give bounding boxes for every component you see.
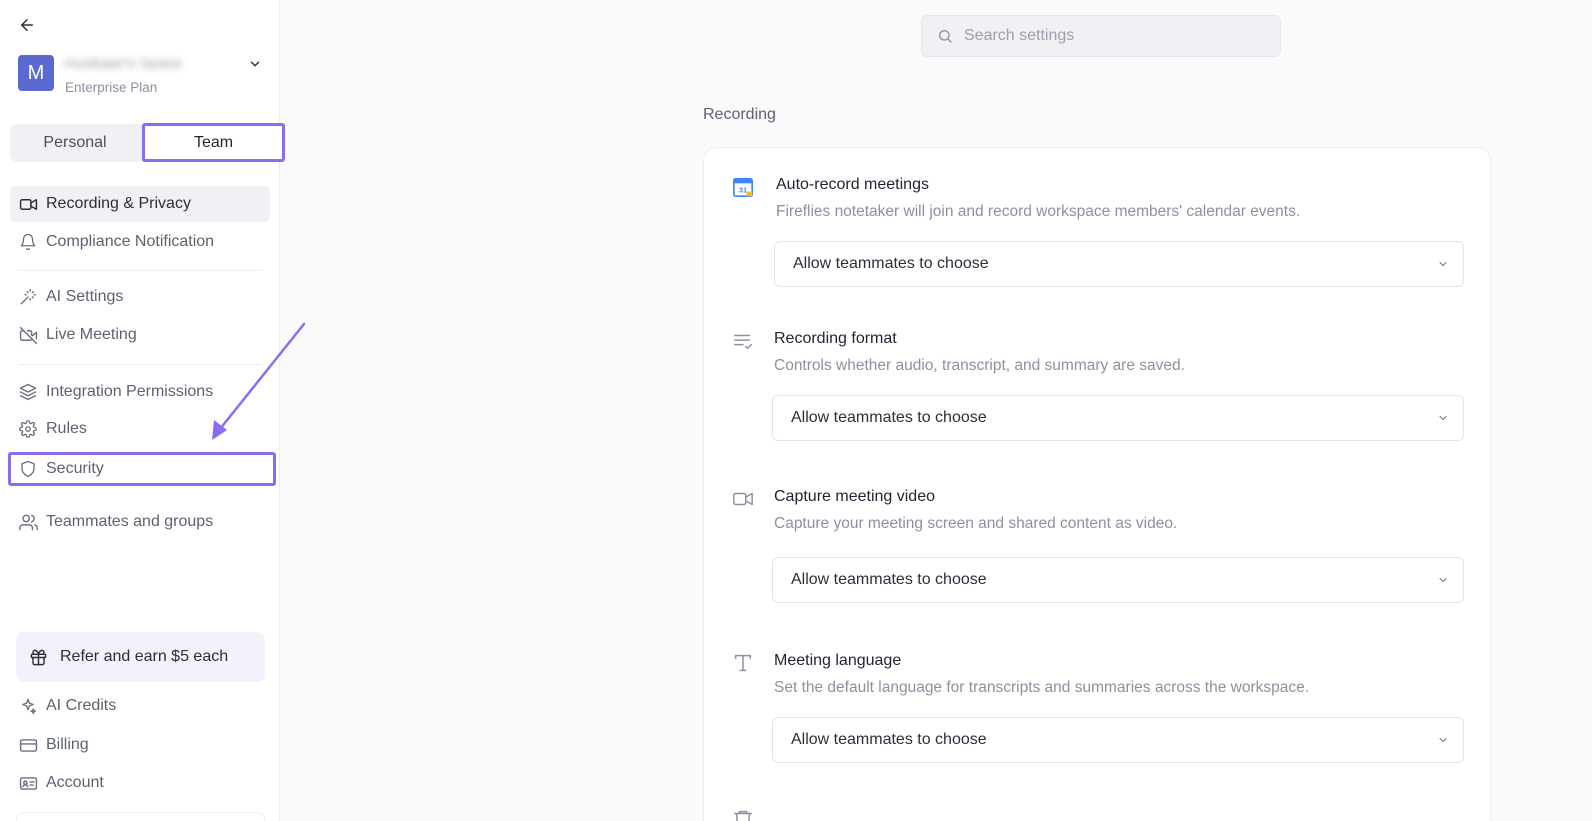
workspace-plan: Enterprise Plan	[65, 80, 158, 95]
sidebar-bottom-card	[16, 812, 265, 821]
chevron-down-icon	[1439, 262, 1447, 266]
setting-title: Auto-record meetings	[776, 176, 929, 193]
tab-personal[interactable]: Personal	[10, 124, 140, 162]
gear-user-icon	[18, 419, 38, 439]
users-icon	[18, 512, 38, 532]
text-type-icon	[734, 654, 752, 672]
sidebar-item-label: Recording & Privacy	[46, 195, 191, 212]
video-camera-icon	[18, 194, 38, 214]
recording-format-select[interactable]: Allow teammates to choose	[772, 395, 1464, 441]
workspace-switcher[interactable]: M muskaan's Space Enterprise Plan	[18, 55, 268, 99]
svg-text:31: 31	[739, 186, 747, 195]
setting-description: Controls whether audio, transcript, and …	[774, 357, 1185, 374]
chevron-down-icon	[1439, 578, 1447, 582]
sidebar-item-label: AI Credits	[46, 697, 117, 714]
sidebar-item-label: Live Meeting	[46, 326, 137, 343]
trash-icon	[734, 810, 752, 821]
sidebar-item-ai-credits[interactable]: AI Credits	[10, 688, 270, 724]
back-button[interactable]	[16, 14, 38, 36]
list-check-icon	[734, 334, 752, 350]
sidebar-item-security[interactable]: Security	[8, 452, 276, 486]
select-value: Allow teammates to choose	[791, 409, 987, 426]
sidebar-item-billing[interactable]: Billing	[10, 727, 270, 763]
settings-card: 31 Auto-record meetings Fireflies noteta…	[703, 147, 1491, 821]
workspace-avatar: M	[18, 55, 54, 91]
chevron-down-icon	[1439, 416, 1447, 420]
sidebar-item-recording-privacy[interactable]: Recording & Privacy	[10, 186, 270, 222]
gift-icon	[28, 647, 48, 667]
video-camera-icon	[733, 492, 753, 506]
shield-icon	[18, 459, 38, 479]
scope-toggle: Personal Team	[10, 123, 285, 162]
select-value: Allow teammates to choose	[793, 255, 989, 272]
sidebar-item-label: AI Settings	[46, 288, 124, 305]
section-title: Recording	[703, 106, 776, 123]
refer-label: Refer and earn $5 each	[60, 648, 229, 665]
select-value: Allow teammates to choose	[791, 571, 987, 588]
tab-team[interactable]: Team	[142, 123, 285, 162]
setting-description: Set the default language for transcripts…	[774, 679, 1310, 696]
sidebar-item-label: Security	[46, 460, 104, 477]
calendar-icon: 31	[733, 177, 753, 197]
sidebar-item-label: Rules	[46, 420, 87, 437]
sparkles-icon	[18, 696, 38, 716]
meeting-language-select[interactable]: Allow teammates to choose	[772, 717, 1464, 763]
search-bar[interactable]	[921, 15, 1281, 57]
select-value: Allow teammates to choose	[791, 731, 987, 748]
annotation-arrow-icon	[212, 322, 306, 440]
workspace-name: muskaan's Space	[64, 55, 182, 72]
sidebar-item-label: Compliance Notification	[46, 233, 215, 250]
sidebar-item-label: Billing	[46, 736, 89, 753]
id-card-icon	[18, 773, 38, 793]
search-input[interactable]	[964, 27, 1264, 45]
bell-icon	[18, 232, 38, 252]
setting-description: Capture your meeting screen and shared c…	[774, 515, 1178, 532]
sidebar-item-compliance[interactable]: Compliance Notification	[10, 224, 270, 260]
magic-wand-icon	[18, 287, 38, 307]
sidebar-item-label: Account	[46, 774, 104, 791]
refer-button[interactable]: Refer and earn $5 each	[16, 632, 265, 682]
sidebar-item-account[interactable]: Account	[10, 765, 270, 801]
arrow-left-icon	[21, 19, 33, 31]
sidebar-item-label: Teammates and groups	[46, 513, 214, 530]
setting-title: Capture meeting video	[774, 488, 935, 505]
chevron-down-icon	[1439, 738, 1447, 742]
setting-title: Meeting language	[774, 652, 902, 669]
chevron-down-icon	[250, 61, 260, 67]
layers-icon	[18, 382, 38, 402]
capture-video-select[interactable]: Allow teammates to choose	[772, 557, 1464, 603]
auto-record-select[interactable]: Allow teammates to choose	[774, 241, 1464, 287]
setting-description: Fireflies notetaker will join and record…	[776, 203, 1301, 220]
search-icon	[936, 27, 954, 45]
sidebar-item-ai-settings[interactable]: AI Settings	[10, 279, 270, 315]
sidebar-item-label: Integration Permissions	[46, 383, 214, 400]
video-off-icon	[18, 325, 38, 345]
sidebar-item-teammates[interactable]: Teammates and groups	[10, 504, 270, 540]
setting-title: Recording format	[774, 330, 897, 347]
divider	[18, 270, 262, 271]
credit-card-icon	[18, 735, 38, 755]
